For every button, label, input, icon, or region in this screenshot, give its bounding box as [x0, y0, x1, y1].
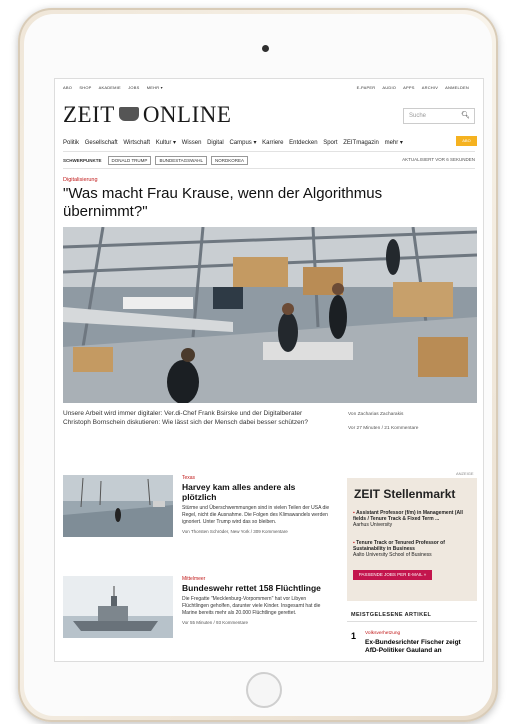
- article-meta[interactable]: Vor 55 Minuten / 93 Kommentare: [182, 620, 332, 625]
- divider: [63, 168, 475, 169]
- topic-bundestagswahl[interactable]: BUNDESTAGSWAHL: [155, 156, 207, 165]
- search-placeholder: Suche: [409, 113, 427, 119]
- article-body: Die Fregatte "Mecklenburg-Vorpommern" ha…: [182, 596, 321, 616]
- nav-zeitmagazin[interactable]: ZEITmagazin: [343, 140, 379, 146]
- nav-mehr[interactable]: mehr ▾: [385, 140, 403, 146]
- link-mehr[interactable]: MEHR ▾: [147, 85, 163, 90]
- nav-sport[interactable]: Sport: [323, 140, 337, 146]
- home-button[interactable]: [246, 672, 282, 708]
- site-logo[interactable]: ZEIT ONLINE: [63, 102, 231, 128]
- logo-text-online: ONLINE: [142, 102, 232, 127]
- ad-label: ANZEIGE: [456, 471, 474, 476]
- job-alert-button[interactable]: PASSENDE JOBS PER E-MAIL »: [353, 570, 432, 580]
- lead-headline[interactable]: "Was macht Frau Krause, wenn der Algorit…: [63, 185, 443, 221]
- lead-byline: Von Zacharias Zacharakis: [348, 412, 404, 417]
- job-listing[interactable]: ▪ Tenure Track or Tenured Professor of S…: [353, 540, 473, 558]
- service-bar: ABO SHOP AKADEMIE JOBS MEHR ▾ E-PAPER AU…: [63, 85, 475, 93]
- lead-time: Vor 27 Minuten: [348, 426, 381, 431]
- article-kicker: Mittelmeer: [182, 576, 206, 582]
- link-jobs[interactable]: JOBS: [128, 85, 139, 90]
- main-navigation: Politik Gesellschaft Wirtschaft Kultur ▾…: [63, 139, 407, 146]
- nav-campus[interactable]: Campus ▾: [229, 140, 256, 146]
- nav-wirtschaft[interactable]: Wirtschaft: [123, 140, 150, 146]
- lead-comments-link[interactable]: 21 Kommentare: [384, 426, 418, 431]
- link-akademie[interactable]: AKADEMIE: [99, 85, 121, 90]
- most-read-title: MEISTGELESENE ARTIKEL: [347, 609, 477, 622]
- topics-bar: SCHWERPUNKTE DONALD TRUMP BUNDESTAGSWAHL…: [63, 156, 252, 165]
- article-image[interactable]: [63, 576, 173, 638]
- lead-image[interactable]: [63, 227, 477, 403]
- most-read-box: MEISTGELESENE ARTIKEL 1 Volksverhetzung …: [347, 609, 477, 654]
- divider: [63, 151, 475, 152]
- link-apps[interactable]: APPS: [403, 85, 414, 90]
- article-text: Texas Harvey kam alles andere als plötzl…: [182, 475, 332, 534]
- logo-text-zeit: ZEIT: [63, 102, 115, 127]
- nav-digital[interactable]: Digital: [207, 140, 224, 146]
- link-shop[interactable]: SHOP: [79, 85, 91, 90]
- nav-wissen[interactable]: Wissen: [182, 140, 202, 146]
- nav-politik[interactable]: Politik: [63, 140, 79, 146]
- lead-meta: Vor 27 Minuten / 21 Kommentare: [348, 426, 419, 431]
- nav-karriere[interactable]: Karriere: [262, 140, 283, 146]
- nav-entdecken[interactable]: Entdecken: [289, 140, 317, 146]
- job-org: Aalto University School of Business: [353, 552, 432, 558]
- job-listing[interactable]: ▪ Assistant Professor (f/m) in Managemen…: [353, 510, 473, 528]
- most-read-headline[interactable]: Ex-Bundesrichter Fischer zeigt AfD-Polit…: [365, 639, 475, 655]
- most-read-kicker: Volksverhetzung: [365, 631, 401, 636]
- lead-kicker[interactable]: Digitalisierung: [63, 177, 98, 183]
- topics-label: SCHWERPUNKTE: [63, 158, 102, 163]
- article-image[interactable]: [63, 475, 173, 537]
- article-body: Stürme und Überschwemmungen sind in viel…: [182, 505, 330, 525]
- link-archiv[interactable]: ARCHIV: [422, 85, 438, 90]
- article-headline[interactable]: Harvey kam alles andere als plötzlich: [182, 482, 332, 502]
- link-epaper[interactable]: E-PAPER: [357, 85, 376, 90]
- search-icon[interactable]: 🔍︎: [461, 111, 470, 119]
- article-kicker: Texas: [182, 475, 196, 481]
- nav-kultur[interactable]: Kultur ▾: [156, 140, 176, 146]
- article-meta[interactable]: Von Thorsten Schröder, New York / 309 Ko…: [182, 529, 332, 534]
- job-title: Assistant Professor (f/m) in Management …: [353, 510, 463, 522]
- job-org: Aarhus University: [353, 522, 393, 528]
- article-text: Mittelmeer Bundeswehr rettet 158 Flüchtl…: [182, 576, 332, 625]
- lead-teaser[interactable]: Unsere Arbeit wird immer digitaler: Ver.…: [63, 409, 331, 427]
- article-headline[interactable]: Bundeswehr rettet 158 Flüchtlinge: [182, 583, 332, 593]
- job-title: Tenure Track or Tenured Professor of Sus…: [353, 540, 445, 552]
- link-audio[interactable]: AUDIO: [382, 85, 396, 90]
- link-abo[interactable]: ABO: [63, 85, 72, 90]
- topic-trump[interactable]: DONALD TRUMP: [107, 156, 152, 165]
- updated-timestamp: AKTUALISIERT VOR 6 SEKUNDEN: [402, 157, 475, 162]
- camera-icon: [262, 45, 269, 52]
- topic-nordkorea[interactable]: NORDKOREA: [210, 156, 248, 165]
- most-read-rank: 1: [351, 631, 357, 641]
- service-links-right: E-PAPER AUDIO APPS ARCHIV ANMELDEN: [357, 85, 475, 93]
- abo-button[interactable]: ABO: [456, 136, 477, 146]
- stellenmarkt-box: ZEIT Stellenmarkt ▪ Assistant Professor …: [347, 478, 477, 601]
- service-links-left: ABO SHOP AKADEMIE JOBS MEHR ▾: [63, 85, 169, 93]
- crest-icon: [118, 107, 139, 121]
- link-anmelden[interactable]: ANMELDEN: [445, 85, 469, 90]
- browser-screen: ABO SHOP AKADEMIE JOBS MEHR ▾ E-PAPER AU…: [54, 78, 484, 662]
- search-input[interactable]: Suche 🔍︎: [403, 108, 475, 124]
- nav-gesellschaft[interactable]: Gesellschaft: [85, 140, 118, 146]
- stellenmarkt-title[interactable]: ZEIT Stellenmarkt: [354, 487, 455, 501]
